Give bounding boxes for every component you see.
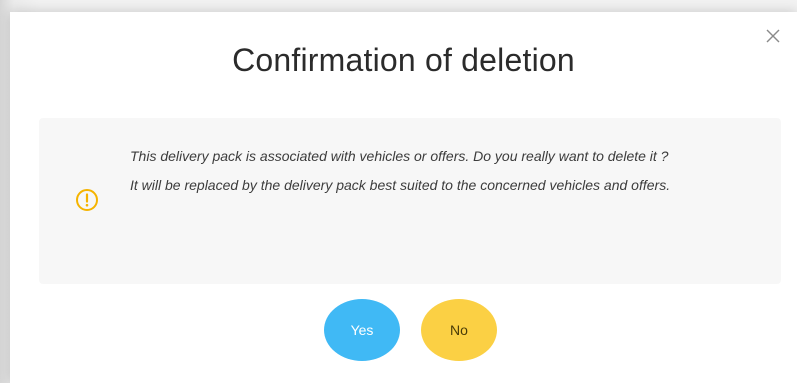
warning-message-box: This delivery pack is associated with ve… <box>39 118 781 284</box>
warning-icon <box>75 188 99 212</box>
warning-message-line-1: This delivery pack is associated with ve… <box>130 148 669 164</box>
dialog-title: Confirmation of deletion <box>232 42 575 78</box>
no-button[interactable]: No <box>421 299 497 361</box>
yes-button[interactable]: Yes <box>324 299 400 361</box>
warning-message-line-2: It will be replaced by the delivery pack… <box>130 177 671 193</box>
warning-message: This delivery pack is associated with ve… <box>130 142 750 200</box>
delete-confirmation-dialog: Confirmation of deletion This delivery p… <box>10 12 797 383</box>
